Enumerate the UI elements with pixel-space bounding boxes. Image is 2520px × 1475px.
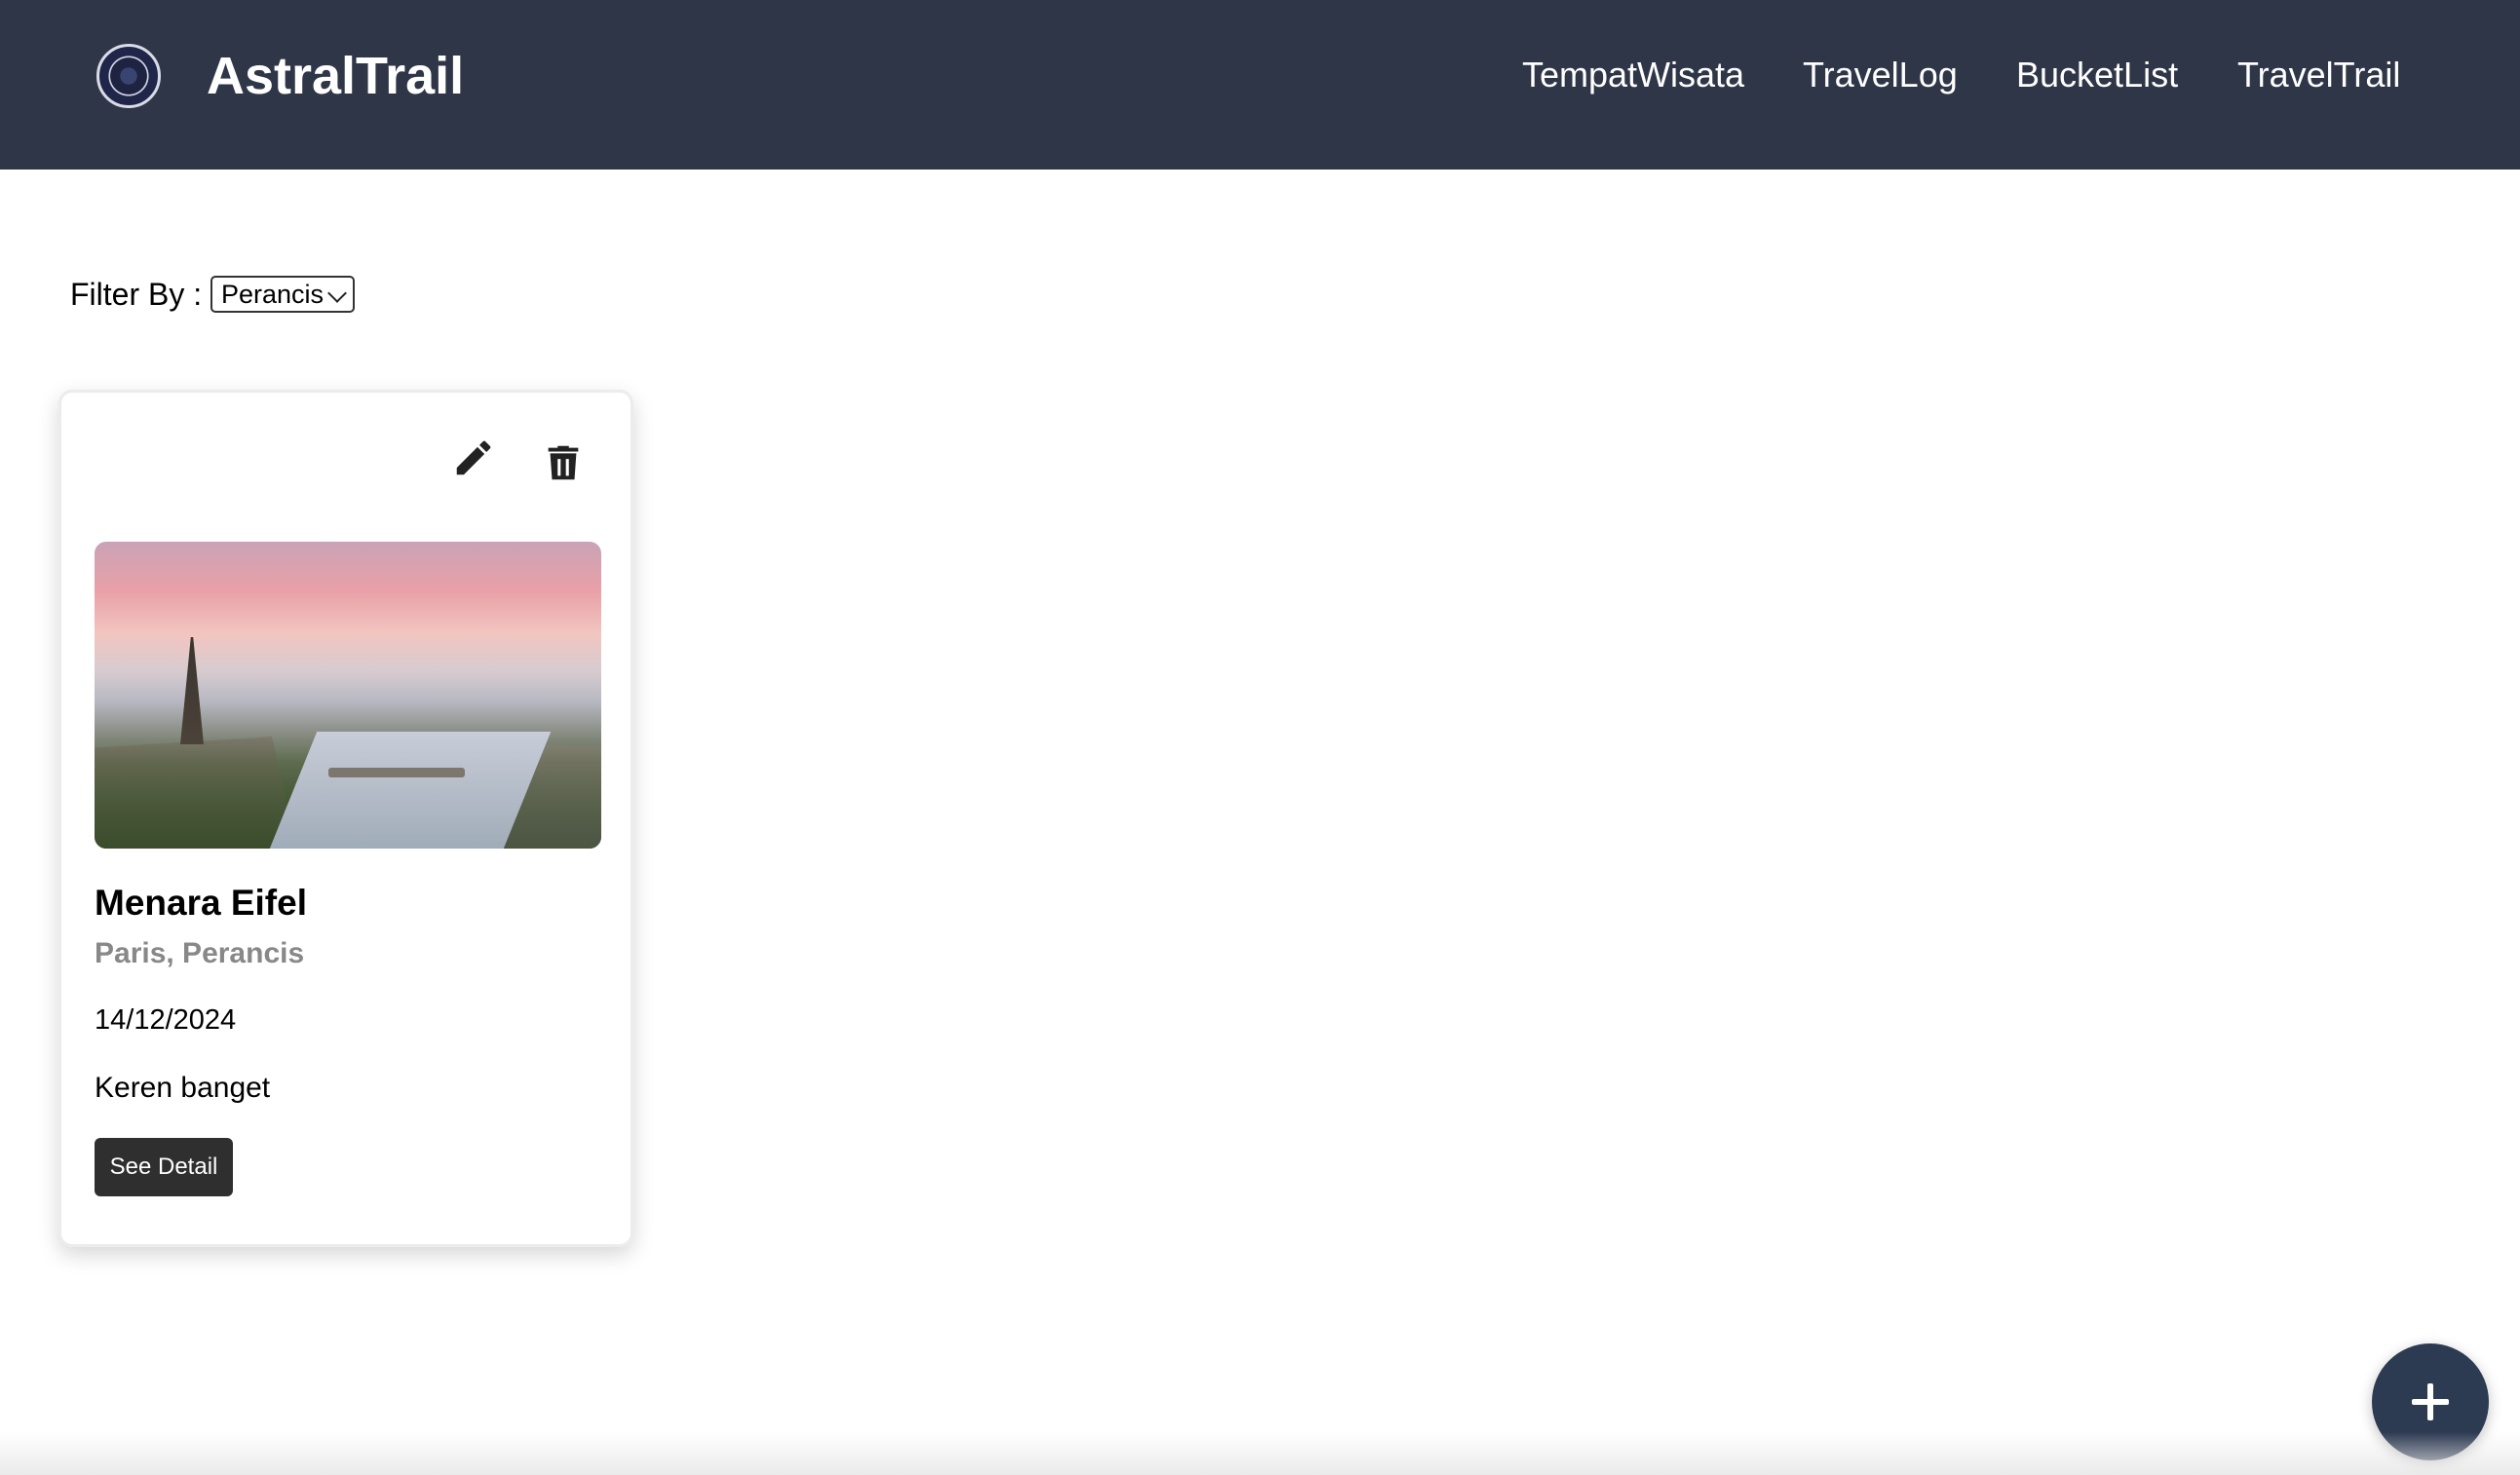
see-detail-button[interactable]: See Detail bbox=[95, 1138, 233, 1196]
nav-link-travellog[interactable]: TravelLog bbox=[1803, 55, 1958, 95]
filter-label: Filter By : bbox=[70, 277, 203, 312]
card-location: Paris, Perancis bbox=[95, 937, 305, 969]
nav-link-bucketlist[interactable]: BucketList bbox=[2016, 55, 2178, 95]
nav-link-traveltrail[interactable]: TravelTrail bbox=[2237, 55, 2400, 95]
card-date: 14/12/2024 bbox=[95, 1004, 237, 1036]
pencil-icon[interactable] bbox=[451, 435, 496, 480]
brand-name[interactable]: AstralTrail bbox=[207, 45, 464, 107]
navbar: AstralTrail TempatWisata TravelLog Bucke… bbox=[0, 0, 2520, 170]
plus-icon-stroke bbox=[2427, 1383, 2433, 1420]
card-title: Menara Eifel bbox=[95, 883, 307, 923]
card-description: Keren banget bbox=[95, 1072, 271, 1104]
travel-card: Menara Eifel Paris, Perancis 14/12/2024 … bbox=[58, 390, 633, 1247]
page-bottom-shade bbox=[0, 1432, 2520, 1475]
filter-select-value: Perancis bbox=[221, 280, 325, 309]
trash-icon[interactable] bbox=[541, 439, 586, 486]
astraltrail-logo-icon[interactable] bbox=[96, 44, 161, 108]
eiffel-tower-icon bbox=[180, 637, 204, 744]
destination-photo bbox=[95, 542, 601, 849]
chevron-down-icon bbox=[327, 284, 347, 303]
filter-select[interactable]: Perancis bbox=[210, 276, 355, 313]
nav-link-tempatwisata[interactable]: TempatWisata bbox=[1522, 55, 1744, 95]
